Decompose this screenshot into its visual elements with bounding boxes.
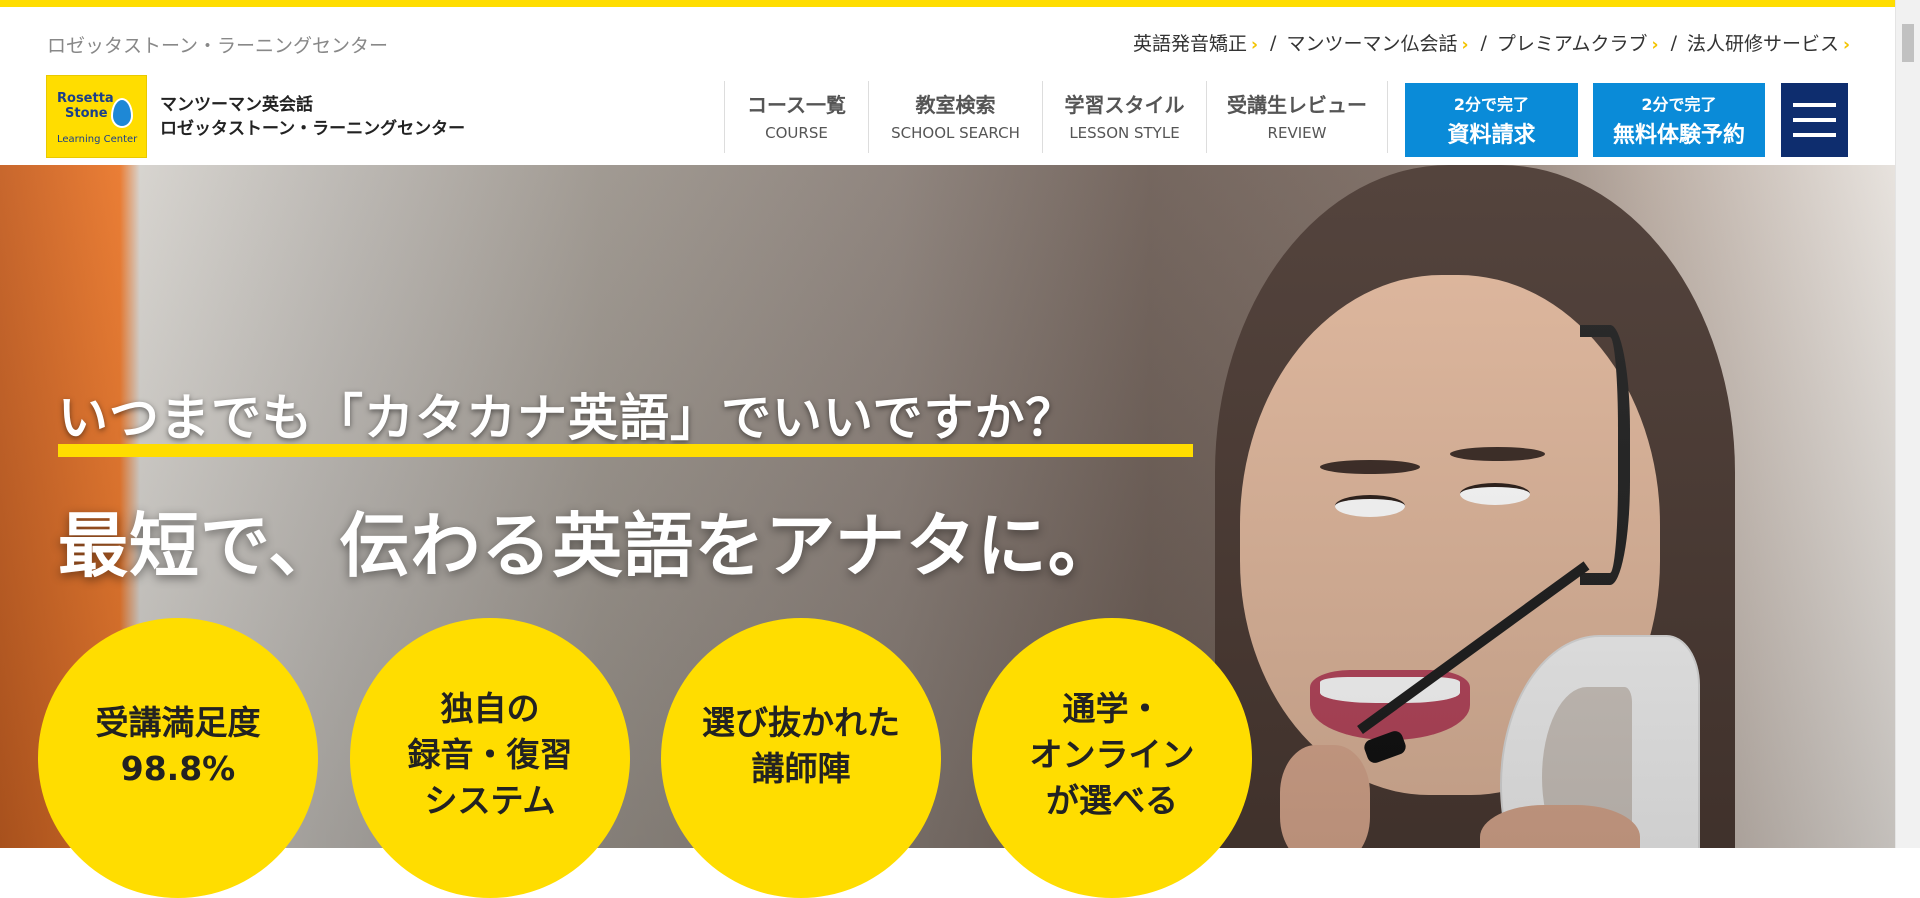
chevron-right-icon: › bbox=[1251, 35, 1259, 55]
badge-line: 通学・ bbox=[1062, 689, 1162, 728]
nav-item-review[interactable]: 受講生レビュー REVIEW bbox=[1206, 81, 1388, 153]
nav-item-course[interactable]: コース一覧 COURSE bbox=[724, 81, 868, 153]
company-name[interactable]: マンツーマン英会話 ロゼッタストーン・ラーニングセンター bbox=[160, 93, 465, 141]
site-header: ロゼッタストーン・ラーニングセンター 英語発音矯正 › / マンツーマン仏会話 › … bbox=[0, 7, 1895, 165]
hero-headline-main: 最短で、伝わる英語をアナタに。 bbox=[58, 505, 1119, 587]
util-link-premium[interactable]: プレミアムクラブ › bbox=[1497, 29, 1659, 56]
top-accent-bar bbox=[0, 0, 1895, 7]
separator: / bbox=[1670, 31, 1677, 54]
headline-underline bbox=[58, 444, 1193, 457]
badge-line: 98.8% bbox=[120, 749, 236, 788]
util-link-corporate[interactable]: 法人研修サービス › bbox=[1687, 29, 1850, 56]
chevron-right-icon: › bbox=[1461, 35, 1469, 55]
badge-line: 選び抜かれた bbox=[702, 703, 900, 742]
badge-line: 受講満足度 bbox=[95, 703, 261, 742]
chevron-right-icon: › bbox=[1651, 35, 1659, 55]
separator: / bbox=[1270, 31, 1277, 54]
menu-bar bbox=[1793, 133, 1836, 137]
request-brochure-button[interactable]: 2分で完了 資料請求 bbox=[1405, 83, 1578, 157]
brand-tagline: ロゼッタストーン・ラーニングセンター bbox=[47, 35, 389, 57]
utility-links: 英語発音矯正 › / マンツーマン仏会話 › / プレミアムクラブ › / 法人研修サ… bbox=[1133, 29, 1850, 56]
separator: / bbox=[1480, 31, 1487, 54]
badge-line: オンライン bbox=[1029, 735, 1195, 774]
rosetta-stone-logo[interactable]: Rosetta Stone Learning Center bbox=[46, 75, 147, 158]
badge-line: 録音・復習 bbox=[407, 735, 573, 774]
hero-headline-question: いつまでも「カタカナ英語」でいいですか？ bbox=[58, 389, 1077, 447]
badge-line: が選べる bbox=[1046, 781, 1178, 820]
badge-line: 独自の bbox=[440, 689, 540, 728]
scrollbar-thumb[interactable] bbox=[1902, 24, 1914, 62]
nav-item-school-search[interactable]: 教室検索 SCHOOL SEARCH bbox=[868, 81, 1042, 153]
free-trial-button[interactable]: 2分で完了 無料体験予約 bbox=[1593, 83, 1765, 157]
util-link-pronunciation[interactable]: 英語発音矯正 › bbox=[1133, 29, 1258, 56]
feature-badge-recording-system: 独自の 録音・復習 システム bbox=[350, 618, 630, 898]
badge-line: システム bbox=[424, 781, 556, 820]
menu-bar bbox=[1793, 118, 1836, 122]
feature-badge-satisfaction: 受講満足度 98.8% bbox=[38, 618, 318, 898]
hamburger-menu-button[interactable] bbox=[1781, 83, 1848, 157]
logo-drop-icon bbox=[111, 98, 133, 128]
main-nav: コース一覧 COURSE 教室検索 SCHOOL SEARCH 学習スタイル L… bbox=[724, 81, 1388, 153]
chevron-right-icon: › bbox=[1842, 35, 1850, 55]
nav-item-lesson-style[interactable]: 学習スタイル LESSON STYLE bbox=[1042, 81, 1206, 153]
menu-bar bbox=[1793, 103, 1836, 107]
page-scrollbar[interactable] bbox=[1895, 0, 1920, 848]
feature-badge-online-or-school: 通学・ オンライン が選べる bbox=[972, 618, 1252, 898]
feature-badge-instructors: 選び抜かれた 講師陣 bbox=[661, 618, 941, 898]
util-link-french[interactable]: マンツーマン仏会話 › bbox=[1286, 29, 1468, 56]
badge-line: 講師陣 bbox=[751, 749, 851, 788]
